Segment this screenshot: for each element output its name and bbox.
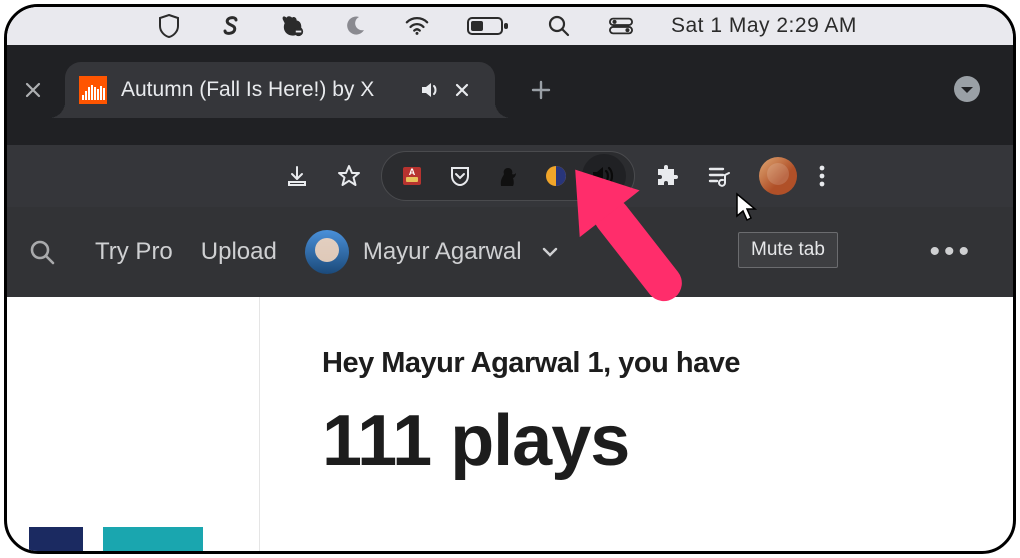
thumbnail[interactable] — [29, 527, 83, 554]
chrome-profile-avatar[interactable] — [759, 157, 797, 195]
wifi-icon[interactable] — [405, 14, 429, 38]
downloads-icon[interactable] — [277, 156, 317, 196]
plays-count: 111 plays — [322, 400, 993, 482]
greeting-text: Hey Mayur Agarwal 1, you have — [322, 347, 993, 380]
user-menu[interactable]: Mayur Agarwal — [305, 230, 558, 274]
soundcloud-favicon-icon — [79, 76, 107, 104]
bookmark-star-icon[interactable] — [329, 156, 369, 196]
user-avatar — [305, 230, 349, 274]
mute-tab-tooltip: Mute tab — [738, 232, 838, 268]
shield-icon[interactable] — [157, 14, 181, 38]
extensions-puzzle-icon[interactable] — [647, 156, 687, 196]
chrome-menu-icon[interactable] — [819, 165, 825, 187]
page-content: Hey Mayur Agarwal 1, you have 111 plays — [7, 297, 1013, 554]
extension-red-icon[interactable]: A — [390, 154, 434, 198]
speaker-icon[interactable] — [582, 154, 626, 198]
chrome-toolbar: A — [7, 145, 1013, 207]
media-control-icon[interactable] — [699, 156, 739, 196]
mac-menubar: Sat 1 May 2:29 AM — [7, 7, 1013, 45]
moon-icon[interactable] — [343, 14, 367, 38]
spotlight-search-icon[interactable] — [547, 14, 571, 38]
extensions-pill: A — [381, 151, 635, 201]
malware-icon[interactable] — [281, 14, 305, 38]
upload-link[interactable]: Upload — [201, 238, 277, 266]
browser-tab[interactable]: Autumn (Fall Is Here!) by X — [65, 62, 495, 118]
user-name: Mayur Agarwal — [363, 238, 522, 266]
tab-title: Autumn (Fall Is Here!) by X — [121, 78, 407, 102]
battery-icon[interactable] — [467, 14, 509, 38]
chevron-down-icon — [542, 247, 558, 257]
soundcloud-header: Try Pro Upload Mayur Agarwal ••• — [7, 207, 1013, 297]
more-menu-icon[interactable]: ••• — [929, 235, 973, 269]
chrome-tab-area: Autumn (Fall Is Here!) by X — [7, 45, 1013, 145]
new-tab-button[interactable] — [531, 80, 551, 100]
close-icon[interactable] — [25, 82, 65, 98]
control-center-icon[interactable] — [609, 14, 633, 38]
menubar-datetime[interactable]: Sat 1 May 2:29 AM — [671, 14, 857, 38]
content-left-column — [7, 297, 260, 554]
tab-close-icon[interactable] — [455, 83, 479, 97]
silhouette-icon[interactable] — [486, 154, 530, 198]
yellow-blue-circle-icon[interactable] — [534, 154, 578, 198]
svg-text:A: A — [409, 167, 416, 177]
audio-playing-icon[interactable] — [421, 81, 441, 99]
chevron-down-circle-icon[interactable] — [953, 75, 981, 103]
search-icon[interactable] — [17, 227, 67, 277]
letter-s-icon[interactable] — [219, 14, 243, 38]
thumbnail[interactable] — [103, 527, 203, 554]
pocket-icon[interactable] — [438, 154, 482, 198]
try-pro-link[interactable]: Try Pro — [95, 238, 173, 266]
